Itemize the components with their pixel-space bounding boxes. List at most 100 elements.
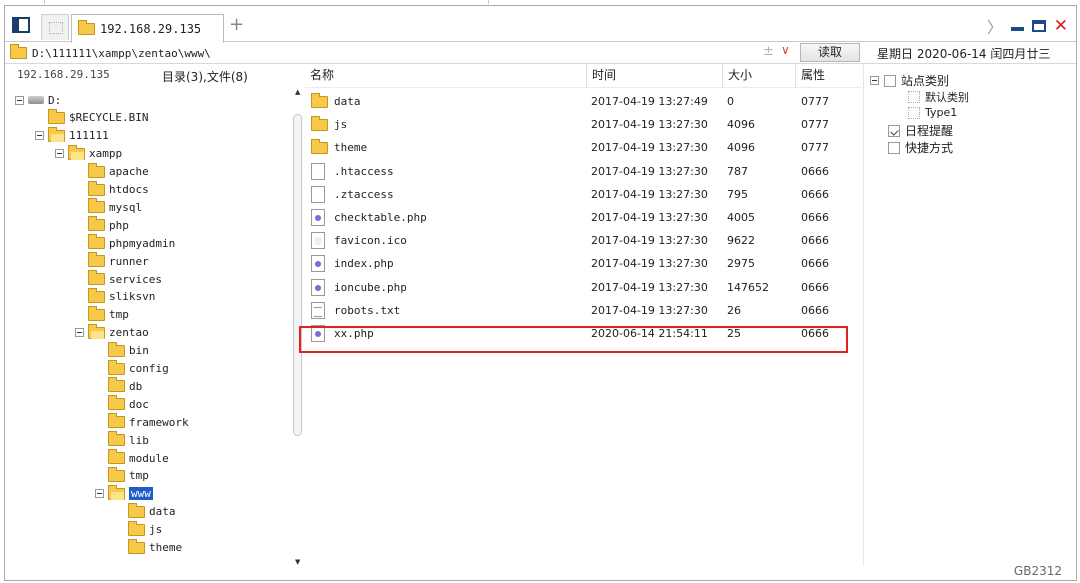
tab-host[interactable]: 192.168.29.135 [71,14,224,43]
right-panel-item[interactable]: 默认类别 [908,89,969,105]
tree-item-label: lib [129,433,149,447]
tree-item[interactable]: services [75,270,162,287]
file-row[interactable]: .htaccess 2017-04-19 13:27:30 787 0666 [305,161,862,184]
right-panel-item[interactable]: 日程提醒 [888,122,953,139]
collapse-toggle-icon[interactable] [95,489,104,499]
tree-item[interactable]: config [95,359,169,377]
file-attr: 0666 [801,211,829,224]
tree-item[interactable]: tmp [95,466,149,484]
text-file-icon [311,301,325,319]
file-name: data [334,95,361,108]
file-time: 2017-04-19 13:27:30 [591,303,708,317]
tree-host: 192.168.29.135 [17,68,110,81]
maximize-icon[interactable] [1031,20,1046,32]
tree-item[interactable]: module [95,449,169,466]
file-row[interactable]: data 2017-04-19 13:27:49 0 0777 [305,91,862,114]
tree-item[interactable]: apache [75,162,149,180]
file-row[interactable]: theme 2017-04-19 13:27:30 4096 0777 [305,137,862,160]
scrollbar-thumb[interactable] [293,114,302,436]
tree-item-label: 111111 [69,129,109,143]
file-row[interactable]: robots.txt 2017-04-19 13:27:30 26 0666 [305,300,862,323]
file-row[interactable]: index.php 2017-04-19 13:27:30 2975 0666 [305,253,862,276]
tree-count: 目录(3),文件(8) [162,70,248,84]
tree-item[interactable]: htdocs [75,180,149,198]
app-window: 192.168.29.135 + 〉 ✕ D:\111111\xampp\zen… [4,5,1077,581]
scroll-down-icon[interactable]: ▼ [295,558,300,566]
tree-item-label: doc [129,397,149,411]
right-panel-item[interactable]: 站点类别 [870,72,949,89]
tree-item[interactable]: doc [95,395,149,412]
add-tab-button[interactable]: + [229,16,244,34]
php-file-icon [311,209,325,226]
file-size: 2975 [727,257,755,271]
file-row[interactable]: checktable.php 2017-04-19 13:27:30 4005 066… [305,207,862,230]
column-time[interactable]: 时间 [587,64,723,88]
strip-mark [44,0,45,4]
collapse-toggle-icon[interactable] [870,76,879,85]
file-size: 787 [727,164,748,178]
file-row[interactable]: ioncube.php 2017-04-19 13:27:30 147652 0666 [305,277,862,300]
folder-icon [108,431,125,447]
tree-item[interactable]: D: [15,92,61,108]
tree-item[interactable]: xampp [55,144,122,162]
file-time: 2017-04-19 13:27:30 [591,164,708,178]
folder-icon [88,216,105,232]
chevron-right-icon[interactable]: 〉 [987,14,1003,38]
tree-item[interactable]: tmp [75,305,129,323]
tree-item[interactable]: php [75,216,129,233]
tree-item[interactable]: lib [95,431,149,448]
php-file-icon [311,278,325,296]
file-size: 4096 [727,141,755,155]
collapse-toggle-icon[interactable] [75,328,84,338]
tree-item[interactable]: js [115,520,162,538]
tree-item[interactable]: runner [75,252,149,269]
shortcut-icon [888,141,900,154]
close-icon[interactable]: ✕ [1054,18,1068,35]
tree-item[interactable]: www [95,484,153,502]
file-attr: 0666 [801,234,829,248]
minimize-icon[interactable] [1010,27,1024,31]
column-attr[interactable]: 属性 [796,64,862,88]
highlight-box [299,326,848,353]
tree-item[interactable]: sliksvn [75,287,155,305]
file-row[interactable]: .ztaccess 2017-04-19 13:27:30 795 0666 [305,184,862,207]
tree-item[interactable]: framework [95,413,189,430]
file-size: 0 [727,95,734,108]
tab-blank[interactable] [41,14,69,40]
file-size: 26 [727,303,741,317]
tree-item[interactable]: bin [95,341,149,359]
collapse-toggle-icon[interactable] [35,131,44,141]
tree-item[interactable]: $RECYCLE.BIN [35,108,148,126]
plus-minus-icon[interactable]: ± [763,44,774,59]
folder-icon [108,359,125,375]
tree-item[interactable]: theme [115,538,183,556]
file-name: ioncube.php [334,280,407,294]
file-row[interactable]: js 2017-04-19 13:27:30 4096 0777 [305,114,862,137]
right-panel-item[interactable]: 快捷方式 [888,139,953,156]
tree-item-label: data [149,505,176,519]
file-size: 4096 [727,118,755,132]
scroll-up-icon[interactable]: ▲ [295,88,300,96]
read-button[interactable]: 读取 [800,43,860,62]
tree-item-label: www [129,487,153,501]
path-input[interactable]: D:\111111\xampp\zentao\www\ [10,44,799,62]
collapse-toggle-icon[interactable] [55,149,64,159]
tree-item[interactable]: mysql [75,198,143,215]
column-name[interactable]: 名称 [305,64,587,88]
sidebar-toggle-icon[interactable] [12,17,30,33]
tree-item[interactable]: data [115,502,176,520]
tree-item[interactable]: zentao [75,323,149,341]
file-row[interactable]: favicon.ico 2017-04-19 13:27:30 9622 0666 [305,230,862,253]
file-time: 2017-04-19 13:27:30 [591,211,708,224]
collapse-toggle-icon[interactable] [15,95,24,105]
chevron-down-icon[interactable]: ∨ [781,43,790,57]
tree-item[interactable]: db [95,377,142,394]
tree-item[interactable]: 111111 [35,126,109,144]
file-attr: 0666 [801,164,829,178]
category-icon [908,106,920,119]
right-panel-item[interactable]: Type1 [908,106,957,119]
tree-item-label: mysql [109,200,143,214]
tree-item[interactable]: phpmyadmin [75,234,175,251]
tree-item-label: theme [149,541,183,554]
column-size[interactable]: 大小 [723,64,796,88]
